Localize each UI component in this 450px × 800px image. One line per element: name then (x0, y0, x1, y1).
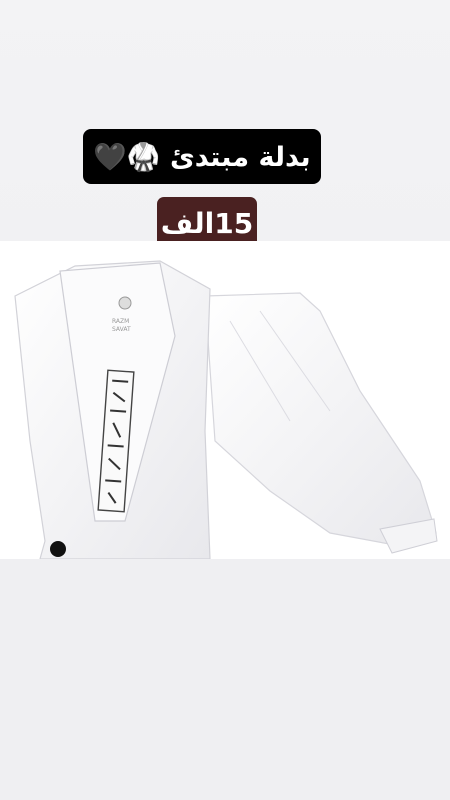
product-photo: RAZM SAVAT (0, 241, 450, 559)
karate-uniform-icon: RAZM SAVAT (14, 260, 438, 559)
title-sticker: بدلة مبتدئ 🥋🖤 (83, 129, 321, 184)
product-title: بدلة مبتدئ 🥋🖤 (93, 141, 311, 173)
label-line-1: RAZM (112, 318, 129, 325)
product-price: 15الف (160, 206, 254, 240)
label-line-2: SAVAT (112, 326, 131, 333)
